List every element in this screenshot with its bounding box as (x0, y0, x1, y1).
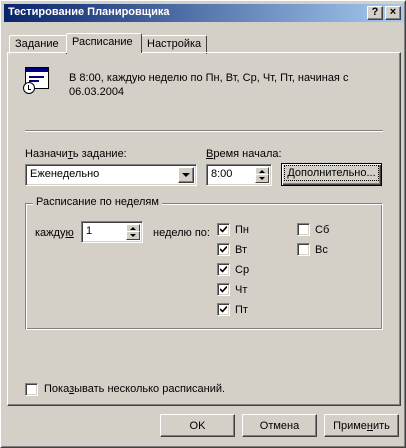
close-button[interactable]: × (385, 6, 401, 20)
window-title: Тестирование Планировщика (8, 6, 170, 18)
apply-button[interactable]: Применить (324, 414, 399, 437)
tab-task-label: Задание (15, 38, 59, 50)
ok-button[interactable]: OK (160, 414, 235, 437)
help-icon: ? (371, 6, 379, 18)
tab-settings-label: Настройка (147, 38, 202, 50)
help-button[interactable]: ? (367, 6, 383, 20)
cancel-button[interactable]: Отмена (242, 414, 317, 437)
tab-schedule[interactable]: Расписание (66, 33, 142, 53)
dialog-window: Тестирование Планировщика ? × Задание Ра… (0, 0, 406, 448)
tab-panel (7, 52, 401, 406)
title-bar[interactable]: Тестирование Планировщика ? × (4, 4, 404, 22)
tab-schedule-label: Расписание (72, 36, 133, 48)
close-icon: × (389, 6, 397, 18)
